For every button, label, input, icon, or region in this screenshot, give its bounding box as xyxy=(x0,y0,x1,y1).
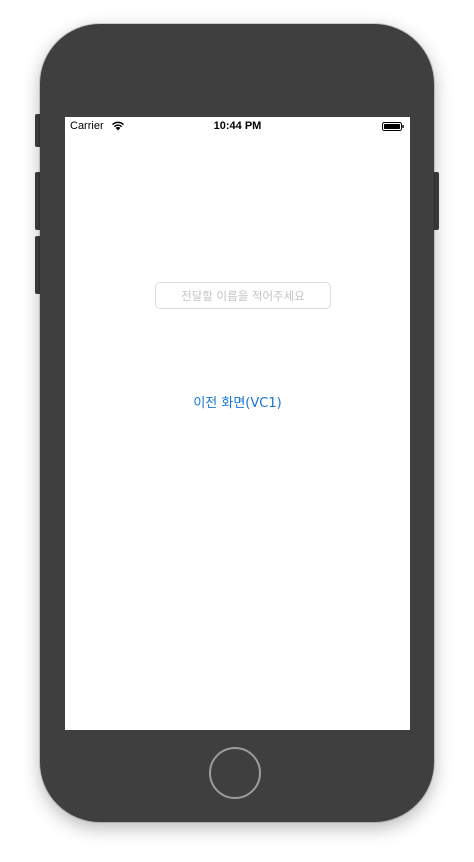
status-time: 10:44 PM xyxy=(213,120,262,132)
home-button[interactable] xyxy=(209,747,261,799)
previous-screen-button[interactable]: 이전 화면(VC1) xyxy=(65,392,410,411)
simulator-window: Carrier 10:44 PM 이전 화면(VC1) xyxy=(0,0,474,862)
name-input[interactable] xyxy=(155,282,331,309)
status-bar: Carrier 10:44 PM xyxy=(65,117,410,137)
battery-icon xyxy=(382,122,404,131)
device-screen: Carrier 10:44 PM 이전 화면(VC1) xyxy=(65,117,410,730)
